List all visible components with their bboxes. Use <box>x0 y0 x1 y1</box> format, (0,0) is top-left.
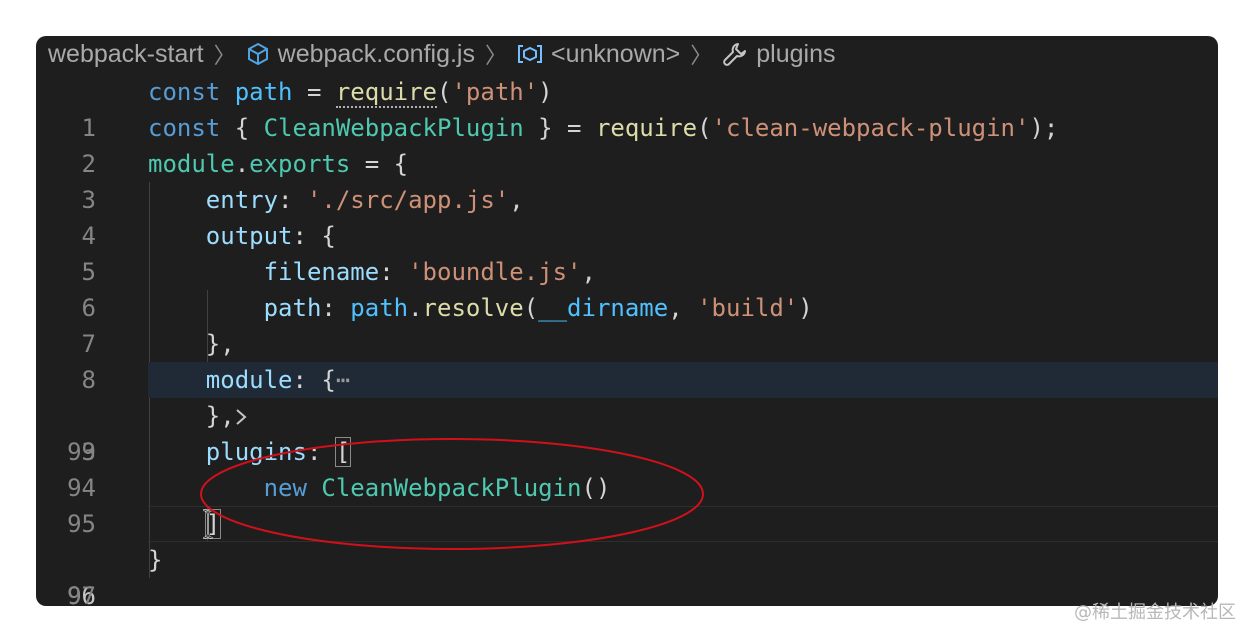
current-line-highlight <box>148 506 1218 542</box>
code-line[interactable]: 8 }, <box>36 326 1218 394</box>
token-function: resolve <box>422 294 524 322</box>
token-punct: ) <box>798 294 813 322</box>
token-string: './src/app.js' <box>306 186 510 214</box>
token-punct: () <box>581 474 611 502</box>
token-punct: : { <box>292 366 336 394</box>
token-property: path <box>263 294 322 322</box>
token-punct: . <box>408 294 423 322</box>
token-variable: path <box>350 294 409 322</box>
chevron-right-icon: 〉 <box>484 43 507 68</box>
watermark: @稀土掘金技术社区 <box>1074 602 1236 623</box>
token-punct: = { <box>350 150 409 178</box>
token-punct: , <box>668 294 698 322</box>
token-punct: , <box>509 186 524 214</box>
token-keyword: const <box>148 78 221 106</box>
code-area[interactable]: 1 const path = require('path') 2 const {… <box>36 74 1218 606</box>
wrench-icon <box>723 43 747 66</box>
token-punct: ); <box>1029 114 1059 142</box>
token-punct: : { <box>292 222 336 250</box>
token-punct: } = <box>523 114 596 142</box>
token-punct: . <box>234 150 250 178</box>
token-punct: { <box>220 114 264 142</box>
token-punct: } <box>148 546 163 574</box>
token-punct: ( <box>697 114 712 142</box>
token-punct: = <box>292 78 336 106</box>
token-punct: ) <box>538 78 553 106</box>
token-punct: ( <box>437 78 452 106</box>
package-cube-icon <box>247 42 268 66</box>
code-line[interactable]: 5 output: { <box>36 218 1218 286</box>
code-line[interactable]: 7 path: path.resolve(__dirname, 'build') <box>36 290 1218 358</box>
breadcrumb: webpack-start 〉 webpack.config.js 〉 <unk… <box>48 36 836 72</box>
token-property: module <box>205 366 293 394</box>
breadcrumb-file[interactable]: webpack.config.js <box>246 40 475 69</box>
token-function: require <box>335 78 438 108</box>
token-module: module <box>148 150 235 178</box>
code-line[interactable]: 94 plugins: [ <box>36 434 1218 502</box>
line-number: 97 <box>67 582 96 606</box>
folded-ellipsis-icon[interactable]: ⋯ <box>336 366 350 394</box>
token-string: 'clean-webpack-plugin' <box>711 114 1030 142</box>
code-line[interactable]: 95 new CleanWebpackPlugin() <box>36 470 1218 538</box>
token-keyword: const <box>148 114 221 142</box>
token-string: 'path' <box>451 78 539 106</box>
code-line[interactable]: 1 const path = require('path') <box>36 74 1218 142</box>
token-punct: : <box>278 186 307 214</box>
token-property: entry <box>205 186 279 214</box>
breadcrumb-symbol[interactable]: <unknown> <box>517 40 680 69</box>
token-punct: }, <box>205 330 235 358</box>
code-line[interactable]: 3 module.exports = { <box>36 146 1218 214</box>
token-punct: , <box>581 258 596 286</box>
code-line-folded[interactable]: 9 module: {⋯ <box>36 362 1218 466</box>
code-editor[interactable]: webpack-start 〉 webpack.config.js 〉 <unk… <box>36 36 1218 606</box>
text-cursor-icon <box>202 509 214 539</box>
code-line[interactable]: 93 }, <box>36 398 1218 466</box>
token-function: require <box>595 114 698 142</box>
chevron-right-icon: 〉 <box>690 43 713 68</box>
symbol-variable-icon <box>517 45 542 63</box>
code-line[interactable]: 6 filename: 'boundle.js', <box>36 254 1218 322</box>
token-punct: ( <box>523 294 539 322</box>
token-class: CleanWebpackPlugin <box>321 474 582 502</box>
token-string: 'build' <box>697 294 799 322</box>
token-string: 'boundle.js' <box>408 258 582 286</box>
token-punct: : <box>379 258 409 286</box>
token-punct: : <box>306 438 336 466</box>
token-variable: path <box>234 78 293 106</box>
token-punct: }, <box>205 402 235 430</box>
token-property: filename <box>263 258 380 286</box>
token-property: exports <box>249 150 351 178</box>
matched-bracket: [ <box>334 437 352 467</box>
breadcrumb-project[interactable]: webpack-start <box>48 40 204 69</box>
chevron-right-icon: 〉 <box>213 43 236 68</box>
code-line[interactable]: 97 } <box>36 542 1218 606</box>
token-punct: : <box>321 294 351 322</box>
code-line[interactable]: 2 const { CleanWebpackPlugin } = require… <box>36 110 1218 178</box>
token-keyword: new <box>263 474 307 502</box>
token-property: output <box>205 222 293 250</box>
breadcrumb-member[interactable]: plugins <box>722 40 836 69</box>
code-line[interactable]: 4 entry: './src/app.js', <box>36 182 1218 250</box>
token-property: plugins <box>205 438 307 466</box>
token-class: CleanWebpackPlugin <box>263 114 524 142</box>
token-variable: __dirname <box>538 294 669 322</box>
